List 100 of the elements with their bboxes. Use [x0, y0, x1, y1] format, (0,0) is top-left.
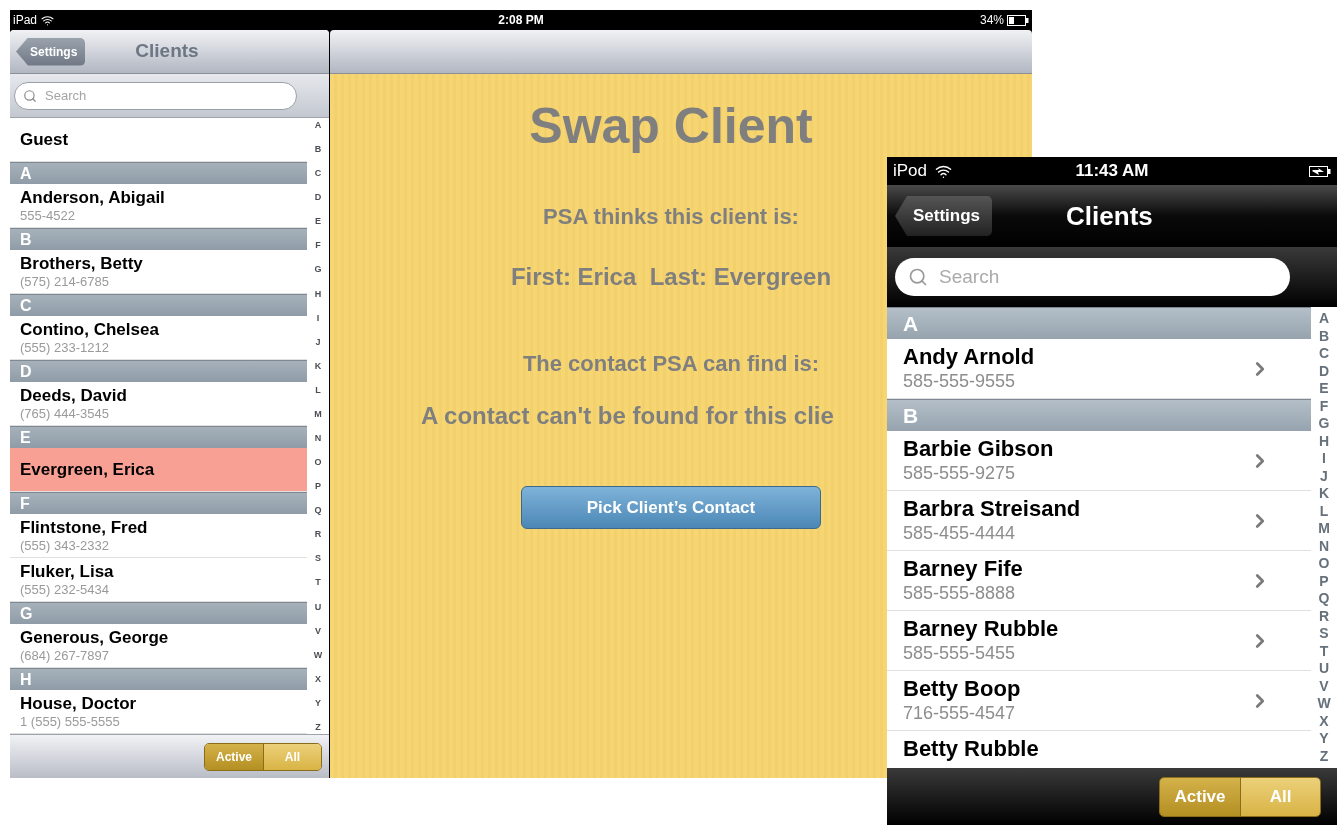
device-name: iPod: [893, 160, 928, 183]
index-letter[interactable]: U: [1318, 661, 1330, 677]
index-letter[interactable]: F: [315, 240, 321, 251]
index-letter[interactable]: A: [314, 120, 322, 130]
index-letter[interactable]: Y: [1319, 731, 1329, 747]
client-name: Evergreen, Erica: [20, 459, 156, 480]
index-letter[interactable]: X: [1319, 713, 1329, 729]
detail-text: First: Erica Last: Evergreen: [510, 262, 833, 292]
section-header: H: [10, 668, 307, 690]
index-letter[interactable]: O: [1318, 556, 1330, 572]
index-letter[interactable]: G: [314, 264, 322, 275]
index-letter[interactable]: B: [314, 144, 322, 155]
client-phone: (555) 233-1212: [20, 339, 110, 356]
client-name: Deeds, David: [20, 385, 128, 406]
client-name: Fluker, Lisa: [20, 561, 115, 582]
index-letter[interactable]: D: [1318, 363, 1330, 379]
client-name: Anderson, Abigail: [20, 187, 166, 208]
client-phone: (684) 267-7897: [20, 647, 110, 664]
client-phone: 555-4522: [20, 207, 76, 224]
contact-name: Andy Arnold: [903, 344, 1036, 370]
section-header: D: [10, 360, 307, 382]
index-letter[interactable]: O: [314, 457, 322, 468]
index-letter[interactable]: N: [1318, 538, 1330, 554]
section-header: E: [10, 426, 307, 448]
contact-phone: 716-555-4547: [903, 702, 1017, 724]
index-letter[interactable]: B: [1318, 328, 1330, 344]
client-name: House, Doctor: [20, 693, 138, 714]
index-letter[interactable]: T: [315, 577, 321, 588]
search-icon: [908, 267, 928, 287]
contact-name: Betty Boop: [903, 676, 1022, 702]
index-letter[interactable]: U: [314, 601, 322, 612]
battery-percent: 34%: [979, 12, 1004, 29]
index-letter[interactable]: W: [313, 649, 323, 660]
index-letter[interactable]: N: [314, 433, 322, 443]
contact-phone: 585-455-4444: [903, 522, 1017, 544]
contact-name: Barbie Gibson: [903, 436, 1055, 462]
contact-name: Barney Fife: [903, 556, 1024, 582]
section-header: B: [887, 399, 1311, 431]
index-letter[interactable]: M: [314, 408, 322, 419]
index-letter[interactable]: G: [1318, 416, 1330, 432]
index-letter[interactable]: J: [1320, 468, 1328, 484]
index-letter[interactable]: I: [1322, 451, 1326, 467]
index-letter[interactable]: F: [1319, 398, 1329, 414]
section-header: B: [10, 228, 307, 250]
wifi-icon: [41, 13, 55, 27]
index-letter[interactable]: K: [1318, 486, 1330, 502]
section-header: F: [10, 492, 307, 514]
status-time: 2:08 PM: [498, 12, 544, 29]
index-letter[interactable]: H: [314, 288, 322, 299]
client-row[interactable]: Evergreen, Erica: [10, 448, 307, 492]
index-letter[interactable]: V: [1319, 678, 1329, 694]
index-letter[interactable]: K: [314, 360, 322, 371]
index-letter[interactable]: D: [314, 192, 322, 203]
client-name: Generous, George: [20, 627, 170, 648]
index-letter[interactable]: L: [1319, 503, 1329, 519]
device-name: iPad: [13, 12, 38, 29]
section-header: C: [10, 294, 307, 316]
detail-text: A contact can't be found for this clie: [421, 401, 834, 431]
search-field[interactable]: Search: [14, 81, 297, 110]
client-name: Brothers, Betty: [20, 253, 144, 274]
client-phone: 1 (555) 555-5555: [20, 713, 121, 730]
index-letter[interactable]: P: [1319, 573, 1329, 589]
section-header: A: [887, 307, 1311, 339]
index-letter[interactable]: C: [1318, 346, 1330, 362]
client-name: Flintstone, Fred: [20, 517, 149, 538]
back-button[interactable]: Settings: [895, 196, 993, 236]
index-letter[interactable]: R: [314, 529, 322, 540]
search-field[interactable]: Search: [895, 258, 1290, 296]
detail-text: The contact PSA can find is:: [522, 350, 821, 378]
detail-title: Swap Client: [529, 98, 814, 154]
index-letter[interactable]: Y: [315, 697, 321, 708]
index-letter[interactable]: C: [314, 168, 322, 179]
index-letter[interactable]: R: [1318, 608, 1330, 624]
index-letter[interactable]: T: [1319, 643, 1329, 659]
index-letter[interactable]: W: [1317, 696, 1331, 712]
index-letter[interactable]: Z: [1319, 748, 1329, 764]
nav-title: Clients: [1066, 199, 1153, 233]
index-letter[interactable]: Q: [314, 505, 322, 516]
index-letter[interactable]: S: [315, 553, 321, 564]
index-letter[interactable]: P: [315, 481, 321, 492]
index-letter[interactable]: A: [1318, 311, 1330, 326]
index-letter[interactable]: S: [1319, 626, 1329, 642]
index-letter[interactable]: V: [315, 625, 321, 636]
index-letter[interactable]: Z: [315, 721, 321, 732]
search-icon: [23, 88, 37, 103]
client-phone: (555) 343-2332: [20, 537, 110, 554]
index-letter[interactable]: H: [1318, 433, 1330, 449]
index-letter[interactable]: E: [315, 216, 321, 227]
index-letter[interactable]: X: [315, 673, 321, 684]
nav-title: Clients: [135, 39, 199, 64]
battery-icon: [1007, 14, 1029, 26]
index-letter[interactable]: Q: [1318, 591, 1330, 607]
contact-name: Barney Rubble: [903, 616, 1060, 642]
index-letter[interactable]: L: [315, 384, 321, 395]
index-letter[interactable]: J: [315, 336, 321, 347]
index-letter[interactable]: E: [1319, 381, 1329, 397]
status-time: 11:43 AM: [1075, 160, 1149, 183]
index-letter[interactable]: M: [1318, 521, 1330, 537]
index-letter[interactable]: I: [316, 312, 320, 323]
detail-text: PSA thinks this client is:: [543, 203, 800, 231]
